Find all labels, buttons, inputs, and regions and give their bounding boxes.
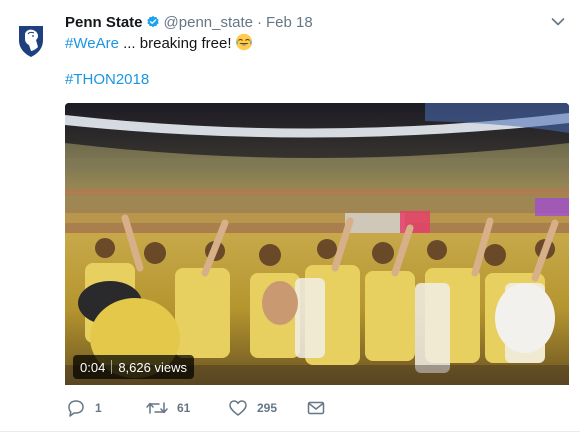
envelope-icon [307, 401, 325, 415]
penn-state-shield-icon [11, 20, 51, 60]
video-player[interactable]: 0:04 8,626 views [65, 103, 569, 385]
reply-count: 1 [95, 401, 102, 415]
video-view-count: 8,626 views [118, 359, 187, 375]
tweet-hashtag-line: #THON2018 [65, 70, 149, 90]
heart-icon [229, 400, 247, 416]
chevron-down-icon[interactable] [549, 13, 567, 31]
tweet-text: #WeAre ... breaking free! [65, 33, 253, 54]
tweet-text-body: ... breaking free! [118, 35, 232, 52]
tweet-date[interactable]: Feb 18 [266, 14, 313, 31]
retweet-icon [146, 402, 168, 414]
verified-badge-icon [146, 15, 160, 29]
video-timestamp: 0:04 [80, 359, 106, 375]
tweet-card[interactable]: Penn State @penn_state · Feb 18 #WeAre .… [0, 0, 580, 432]
face-with-tears-of-joy-icon [235, 33, 253, 51]
hashtag-thon2018[interactable]: #THON2018 [65, 71, 149, 88]
tweet-header: Penn State @penn_state · Feb 18 [65, 12, 313, 32]
retweet-button[interactable]: 61 [145, 397, 190, 419]
video-thumbnail [65, 103, 569, 385]
hashtag-weare[interactable]: #WeAre [65, 35, 119, 52]
direct-message-button[interactable] [305, 397, 327, 419]
reply-button[interactable]: 1 [65, 397, 102, 419]
reply-icon [68, 400, 84, 417]
header-separator: · [257, 13, 262, 31]
badge-divider [111, 360, 113, 374]
video-info-badge: 0:04 8,626 views [73, 355, 194, 379]
avatar[interactable] [11, 20, 51, 60]
retweet-count: 61 [177, 401, 191, 415]
user-handle[interactable]: @penn_state [164, 14, 253, 31]
display-name[interactable]: Penn State [65, 14, 143, 31]
like-button[interactable]: 295 [227, 397, 277, 419]
like-count: 295 [257, 401, 278, 415]
